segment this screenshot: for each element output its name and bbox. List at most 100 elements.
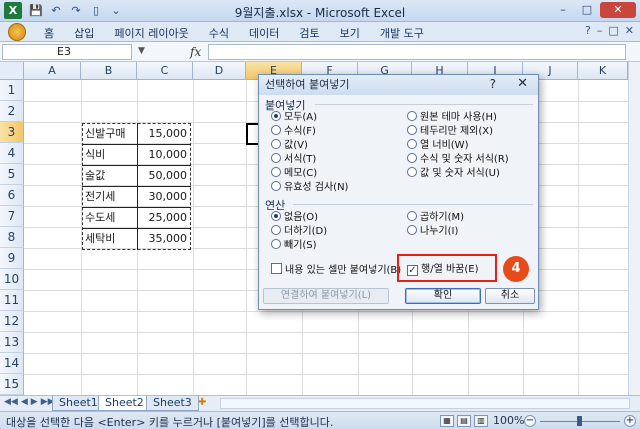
row-header-2[interactable]: 2 [0, 101, 24, 122]
first-sheet-icon[interactable]: ◀◀ [4, 397, 18, 407]
tab-review[interactable]: 검토 [299, 25, 319, 41]
tab-home[interactable]: 홈 [44, 25, 54, 41]
table-cell-amount[interactable]: 30,000 [138, 186, 190, 207]
column-header-k[interactable]: K [578, 62, 628, 80]
tab-data[interactable]: 데이터 [249, 25, 279, 41]
table-cell-amount[interactable]: 50,000 [138, 165, 190, 186]
table-cell-item[interactable]: 식비 [82, 144, 137, 165]
office-button[interactable] [8, 23, 26, 41]
sheet-tab-3[interactable]: Sheet3 [146, 396, 199, 411]
cancel-button[interactable]: 취소 [485, 288, 535, 304]
dialog-close-icon[interactable]: ✕ [517, 76, 528, 91]
table-cell-item[interactable]: 수도세 [82, 207, 137, 228]
paste-option-formulas[interactable]: 수식(F) [271, 125, 316, 139]
sheet-tab-2[interactable]: Sheet2 [98, 396, 151, 411]
name-box[interactable]: E3 [2, 44, 132, 60]
horizontal-scrollbar[interactable] [220, 398, 630, 409]
insert-sheet-icon[interactable]: ✚ [198, 397, 206, 408]
zoom-out-icon[interactable]: − [524, 415, 536, 427]
row-header-15[interactable]: 15 [0, 374, 24, 395]
row-header-14[interactable]: 14 [0, 353, 24, 374]
select-all-corner[interactable] [0, 62, 24, 80]
option-label: 서식(T) [284, 154, 317, 165]
sheet-tab-1[interactable]: Sheet1 [52, 396, 105, 411]
gridline [193, 80, 194, 395]
row-header-1[interactable]: 1 [0, 80, 24, 101]
vertical-scrollbar[interactable] [628, 62, 640, 395]
workbook-restore-icon[interactable]: □ [608, 24, 618, 37]
column-header-c[interactable]: C [137, 62, 193, 80]
paste-option-all[interactable]: 모두(A) [271, 111, 317, 125]
paste-option-formulas-numbers[interactable]: 수식 및 숫자 서식(R) [407, 153, 509, 167]
table-cell-amount[interactable]: 35,000 [138, 228, 190, 249]
column-header-d[interactable]: D [193, 62, 246, 80]
formula-bar: E3 ▼ fx [0, 42, 640, 62]
table-cell-amount[interactable]: 10,000 [138, 144, 190, 165]
row-header-6[interactable]: 6 [0, 185, 24, 206]
row-header-3[interactable]: 3 [0, 122, 24, 143]
paste-option-comments[interactable]: 메모(C) [271, 167, 317, 181]
sheet-nav-buttons: ◀◀ ◀ ▶ ▶▶ [4, 397, 55, 407]
workbook-close-icon[interactable]: ✕ [625, 24, 634, 37]
operation-divide[interactable]: 나누기(I) [407, 225, 458, 239]
row-header-4[interactable]: 4 [0, 143, 24, 164]
zoom-slider-thumb[interactable] [577, 416, 582, 426]
page-layout-view-icon[interactable]: ▤ [457, 415, 471, 427]
column-header-a[interactable]: A [24, 62, 81, 80]
ok-button[interactable]: 확인 [405, 288, 481, 304]
row-header-8[interactable]: 8 [0, 227, 24, 248]
paste-link-button[interactable]: 연결하여 붙여넣기(L) [263, 288, 389, 304]
option-label: 값 및 숫자 서식(U) [420, 168, 500, 179]
row-header-11[interactable]: 11 [0, 290, 24, 311]
row-header-12[interactable]: 12 [0, 311, 24, 332]
tab-view[interactable]: 보기 [340, 25, 360, 41]
page-break-view-icon[interactable]: ▥ [474, 415, 488, 427]
column-header-b[interactable]: B [81, 62, 137, 80]
operation-subtract[interactable]: 빼기(S) [271, 239, 317, 253]
table-cell-item[interactable]: 세탁비 [82, 228, 137, 249]
table-cell-amount[interactable]: 25,000 [138, 207, 190, 228]
table-cell-item[interactable]: 신발구매 [82, 123, 137, 144]
next-sheet-icon[interactable]: ▶ [31, 397, 38, 407]
close-icon[interactable]: ✕ [600, 2, 636, 18]
name-box-dropdown-icon[interactable]: ▼ [138, 46, 145, 56]
paste-option-column-widths[interactable]: 열 너비(W) [407, 139, 468, 153]
paste-option-validation[interactable]: 유효성 검사(N) [271, 181, 348, 195]
paste-option-values[interactable]: 값(V) [271, 139, 308, 153]
paste-option-formats[interactable]: 서식(T) [271, 153, 316, 167]
formula-input[interactable] [208, 44, 626, 60]
table-cell-item[interactable]: 전기세 [82, 186, 137, 207]
row-header-13[interactable]: 13 [0, 332, 24, 353]
operation-add[interactable]: 더하기(D) [271, 225, 327, 239]
option-label: 메모(C) [284, 168, 318, 179]
row-header-5[interactable]: 5 [0, 164, 24, 185]
maximize-icon[interactable]: □ [576, 2, 598, 18]
row-header-7[interactable]: 7 [0, 206, 24, 227]
table-cell-amount[interactable]: 15,000 [138, 123, 190, 144]
paste-option-source-theme[interactable]: 원본 테마 사용(H) [407, 111, 497, 125]
operation-none[interactable]: 없음(O) [271, 211, 318, 225]
row-header-9[interactable]: 9 [0, 248, 24, 269]
paste-option-no-borders[interactable]: 테두리만 제외(X) [407, 125, 493, 139]
zoom-in-icon[interactable]: + [624, 415, 636, 427]
minimize-icon[interactable]: – [552, 2, 574, 18]
tab-formulas[interactable]: 수식 [209, 25, 229, 41]
operation-multiply[interactable]: 곱하기(M) [407, 211, 464, 225]
tab-developer[interactable]: 개발 도구 [380, 25, 424, 41]
tab-insert[interactable]: 삽입 [74, 25, 94, 41]
zoom-level[interactable]: 100% [493, 414, 524, 427]
prev-sheet-icon[interactable]: ◀ [21, 397, 28, 407]
option-label: 곱하기(M) [420, 212, 465, 223]
workbook-minimize-icon[interactable]: – [597, 24, 603, 37]
skip-blanks-checkbox[interactable]: 내용 있는 셀만 붙여넣기(B) [271, 263, 401, 277]
insert-function-icon[interactable]: fx [190, 45, 201, 59]
paste-option-values-numbers[interactable]: 값 및 숫자 서식(U) [407, 167, 500, 181]
help-icon[interactable]: ? [585, 24, 591, 37]
table-cell-item[interactable]: 술값 [82, 165, 137, 186]
radio-icon [407, 125, 417, 135]
dialog-help-icon[interactable]: ? [490, 77, 496, 91]
normal-view-icon[interactable]: ▦ [440, 415, 454, 427]
row-header-10[interactable]: 10 [0, 269, 24, 290]
tab-page-layout[interactable]: 페이지 레이아웃 [114, 25, 188, 41]
option-label: 열 너비(W) [420, 140, 469, 151]
